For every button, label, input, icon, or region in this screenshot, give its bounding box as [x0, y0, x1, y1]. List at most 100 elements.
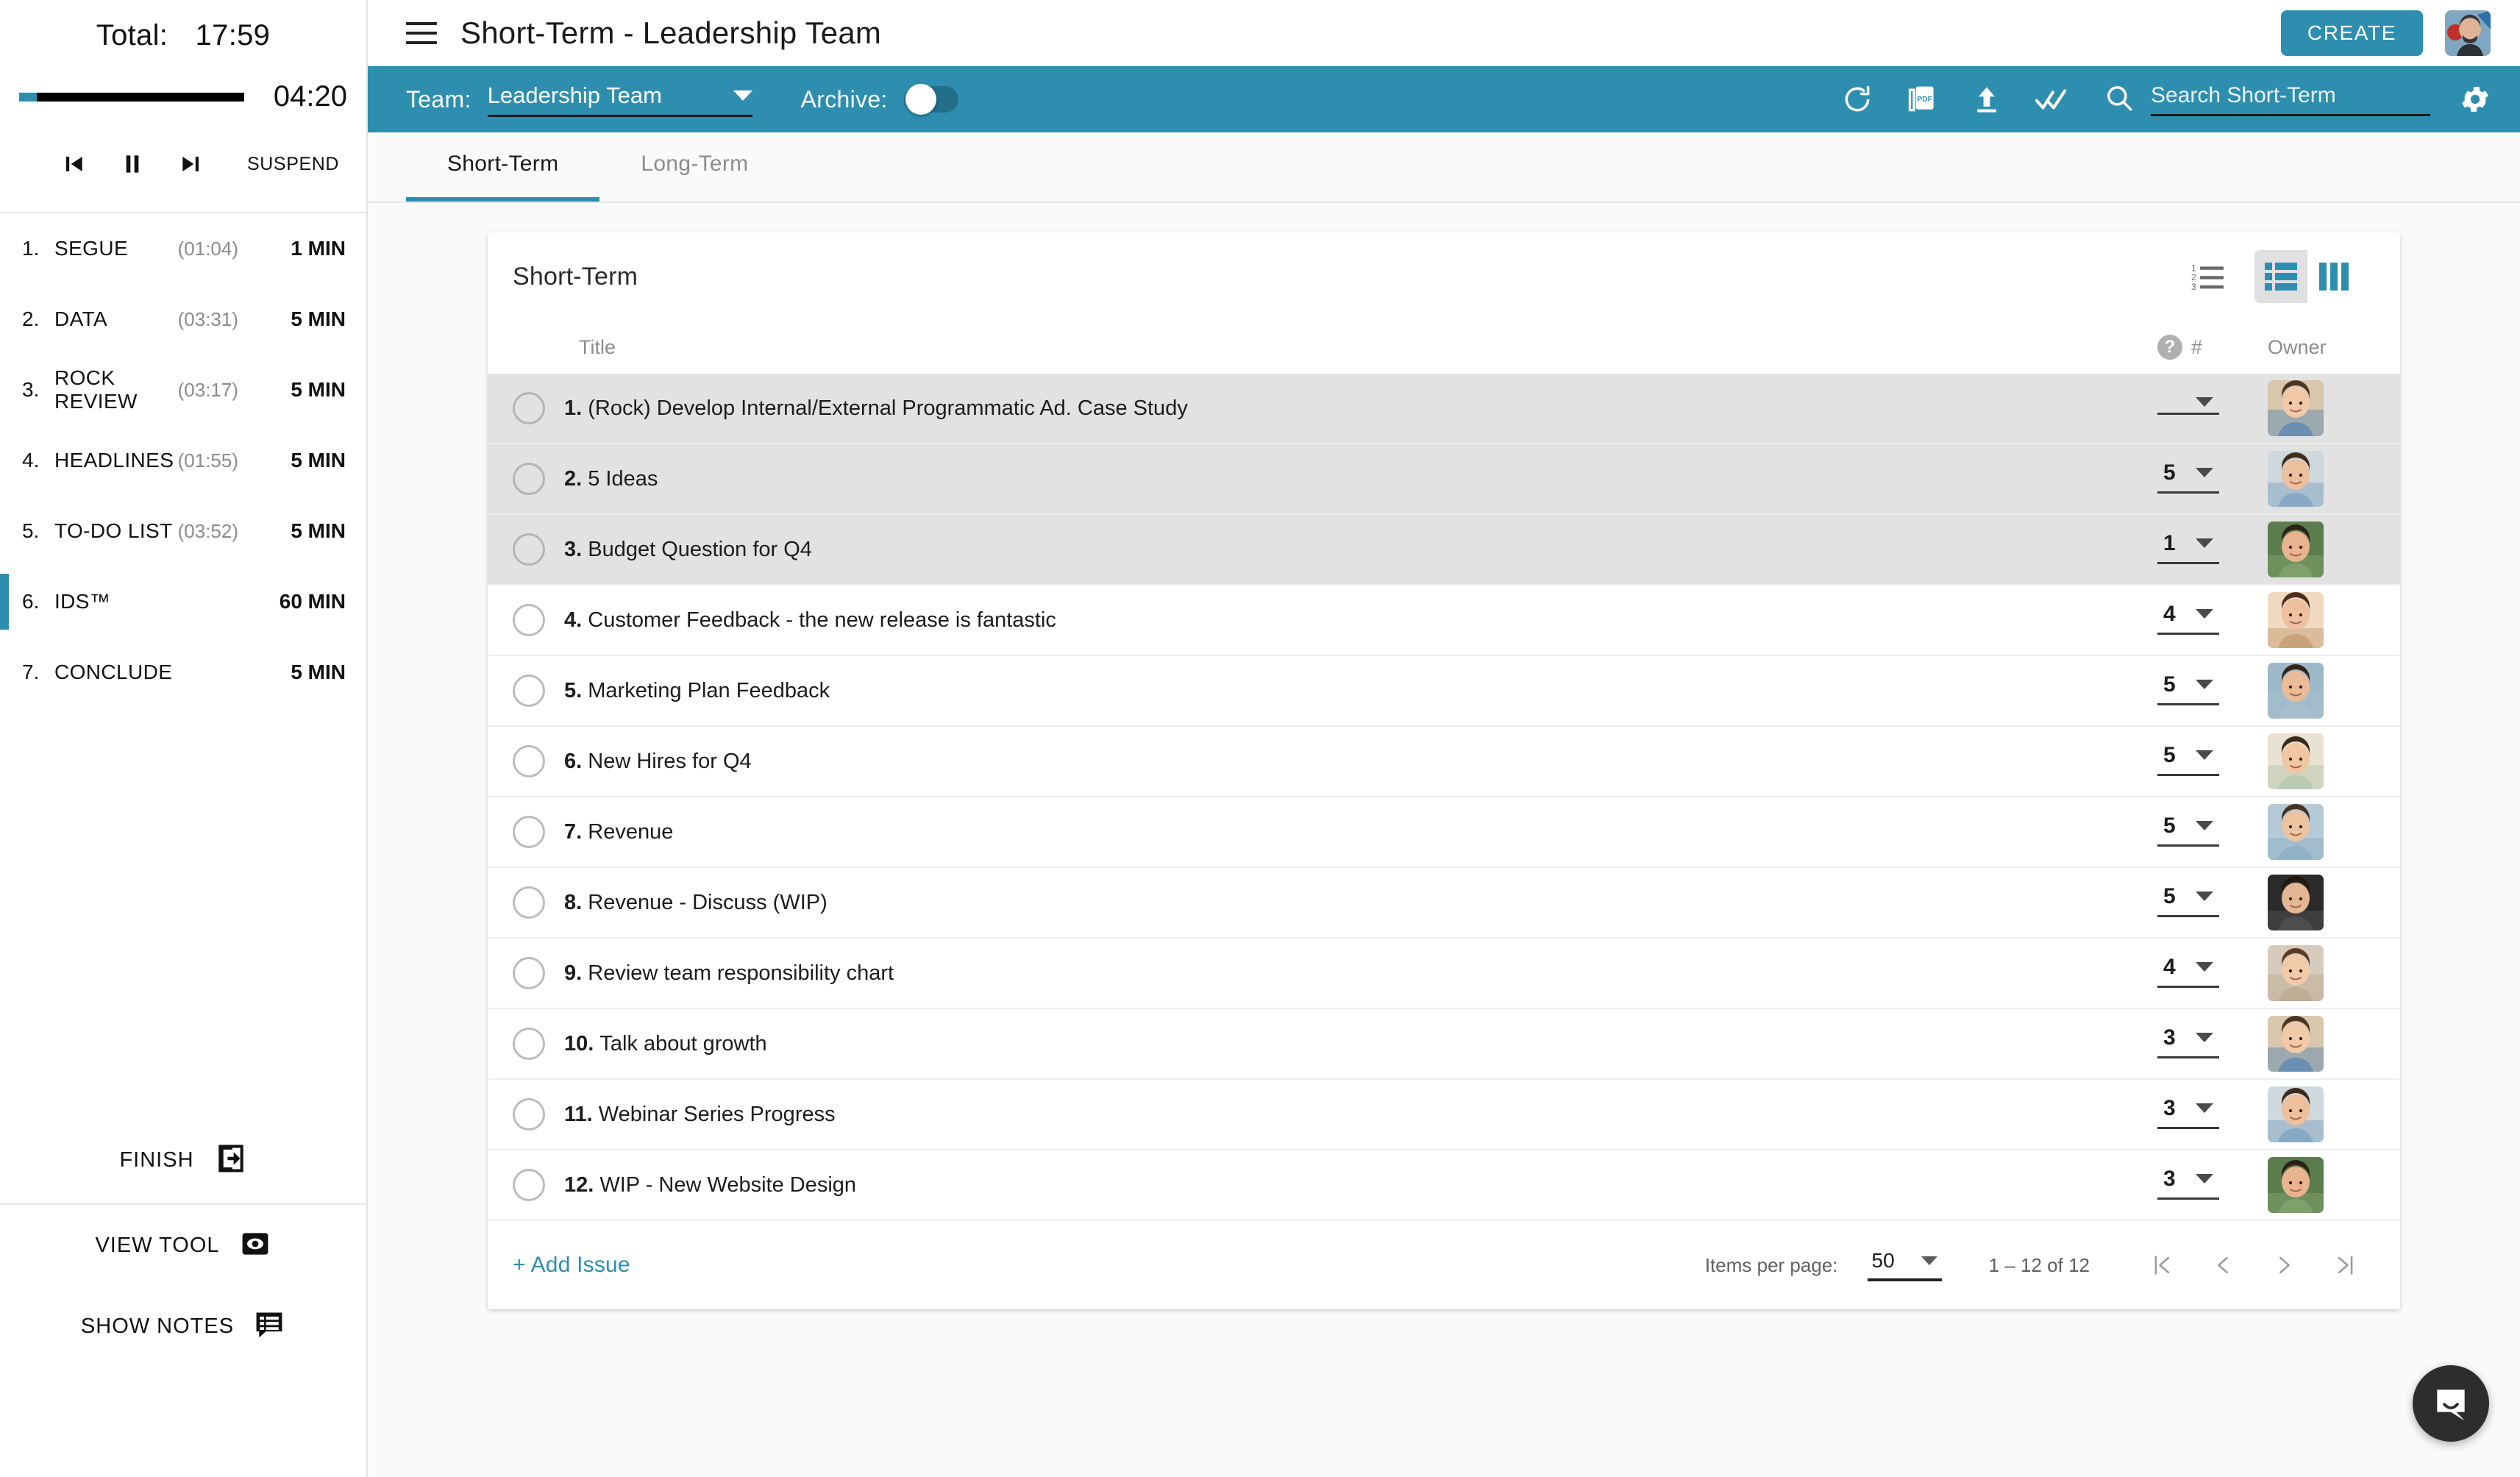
show-notes-button[interactable]: SHOW NOTES	[0, 1286, 366, 1367]
table-row[interactable]: 8. Revenue - Discuss (WIP)5	[488, 868, 2400, 939]
agenda-item-headlines[interactable]: 4.HEADLINES(01:55)5 MIN	[0, 425, 366, 496]
owner-avatar[interactable]	[2268, 875, 2324, 930]
upload-icon[interactable]	[1967, 79, 2007, 119]
search-icon[interactable]	[2104, 82, 2135, 117]
view-tabs: Short-TermLong-Term	[368, 132, 2520, 203]
issue-votes-select[interactable]: 4	[2157, 602, 2219, 635]
issue-complete-checkbox[interactable]	[513, 392, 545, 424]
previous-page-icon[interactable]	[2203, 1245, 2243, 1285]
issue-complete-checkbox[interactable]	[513, 816, 545, 848]
owner-avatar[interactable]	[2268, 592, 2324, 648]
pause-icon[interactable]	[103, 144, 162, 184]
owner-avatar[interactable]	[2268, 804, 2324, 860]
help-icon[interactable]: ?	[2157, 335, 2182, 360]
agenda-item-segue[interactable]: 1.SEGUE(01:04)1 MIN	[0, 213, 366, 284]
table-row[interactable]: 2. 5 Ideas5	[488, 444, 2400, 515]
show-notes-label: SHOW NOTES	[81, 1314, 234, 1339]
list-view-icon[interactable]	[2254, 250, 2307, 303]
owner-avatar[interactable]	[2268, 451, 2324, 507]
owner-avatar[interactable]	[2268, 522, 2324, 577]
search-input[interactable]	[2151, 83, 2430, 116]
avatar[interactable]	[2445, 10, 2491, 56]
top-bar: Short-Term - Leadership Team CREATE	[368, 0, 2520, 66]
issue-owner	[2268, 451, 2400, 507]
issue-complete-checkbox[interactable]	[513, 957, 545, 989]
issue-votes-value: 5	[2163, 814, 2176, 839]
issue-votes-select[interactable]: 5	[2157, 672, 2219, 705]
skip-previous-icon[interactable]	[44, 144, 103, 184]
settings-gear-icon[interactable]	[2455, 79, 2495, 119]
table-row[interactable]: 6. New Hires for Q45	[488, 727, 2400, 797]
issue-complete-checkbox[interactable]	[513, 463, 545, 495]
first-page-icon[interactable]	[2141, 1245, 2181, 1285]
agenda-item-to-do-list[interactable]: 5.TO-DO LIST(03:52)5 MIN	[0, 496, 366, 566]
items-per-page-select[interactable]: 50	[1868, 1249, 1942, 1281]
issue-complete-checkbox[interactable]	[513, 1028, 545, 1060]
issue-title-text: 5 Ideas	[588, 467, 658, 491]
team-select[interactable]: Leadership Team	[488, 82, 752, 117]
team-label: Team:	[406, 86, 471, 113]
progress-bar[interactable]	[19, 93, 244, 102]
issue-votes-select[interactable]	[2157, 397, 2219, 415]
next-page-icon[interactable]	[2265, 1245, 2304, 1285]
add-issue-button[interactable]: + Add Issue	[513, 1253, 630, 1278]
tab-short-term[interactable]: Short-Term	[406, 131, 599, 202]
table-row[interactable]: 9. Review team responsibility chart4	[488, 939, 2400, 1009]
issue-votes-select[interactable]: 5	[2157, 743, 2219, 776]
suspend-button[interactable]: SUSPEND	[247, 154, 339, 175]
table-row[interactable]: 1. (Rock) Develop Internal/External Prog…	[488, 374, 2400, 444]
owner-avatar[interactable]	[2268, 663, 2324, 719]
create-button[interactable]: CREATE	[2281, 10, 2423, 56]
pdf-icon[interactable]: PDF	[1902, 79, 1942, 119]
agenda-item-duration: 5 MIN	[252, 307, 346, 331]
hamburger-menu-icon[interactable]	[406, 15, 441, 51]
issue-complete-checkbox[interactable]	[513, 745, 545, 777]
agenda-item-rock-review[interactable]: 3.ROCK REVIEW(03:17)5 MIN	[0, 355, 366, 425]
issue-complete-checkbox[interactable]	[513, 604, 545, 636]
intercom-chat-icon[interactable]	[2413, 1365, 2489, 1442]
owner-avatar[interactable]	[2268, 1016, 2324, 1072]
issue-votes-select[interactable]: 3	[2157, 1025, 2219, 1058]
refresh-icon[interactable]	[1837, 79, 1877, 119]
agenda-item-number: 5.	[22, 519, 54, 543]
table-row[interactable]: 7. Revenue5	[488, 797, 2400, 868]
issue-votes-select[interactable]: 4	[2157, 955, 2219, 988]
issue-complete-checkbox[interactable]	[513, 675, 545, 707]
table-row[interactable]: 5. Marketing Plan Feedback5	[488, 656, 2400, 727]
table-row[interactable]: 11. Webinar Series Progress3	[488, 1080, 2400, 1150]
agenda-item-ids[interactable]: 6.IDS™60 MIN	[0, 566, 366, 637]
issue-votes-select[interactable]: 1	[2157, 531, 2219, 564]
table-row[interactable]: 3. Budget Question for Q41	[488, 515, 2400, 586]
archive-toggle[interactable]	[904, 86, 958, 113]
table-row[interactable]: 10. Talk about growth3	[488, 1009, 2400, 1080]
issue-votes-select[interactable]: 5	[2157, 814, 2219, 847]
issue-title-text: Revenue	[588, 820, 673, 844]
last-page-icon[interactable]	[2327, 1245, 2366, 1285]
agenda-item-conclude[interactable]: 7.CONCLUDE5 MIN	[0, 637, 366, 708]
owner-avatar[interactable]	[2268, 1086, 2324, 1142]
column-view-icon[interactable]	[2307, 250, 2360, 303]
agenda-item-data[interactable]: 2.DATA(03:31)5 MIN	[0, 284, 366, 355]
table-row[interactable]: 12. WIP - New Website Design3	[488, 1150, 2400, 1221]
owner-avatar[interactable]	[2268, 1157, 2324, 1213]
skip-next-icon[interactable]	[162, 144, 221, 184]
tab-long-term[interactable]: Long-Term	[599, 131, 789, 202]
issue-complete-checkbox[interactable]	[513, 1098, 545, 1131]
owner-avatar[interactable]	[2268, 380, 2324, 436]
issue-votes-select[interactable]: 5	[2157, 460, 2219, 494]
issue-complete-checkbox[interactable]	[513, 886, 545, 919]
numbered-list-icon[interactable]: 1 2 3	[2191, 260, 2229, 293]
column-header-hash-label: #	[2191, 336, 2202, 359]
issue-votes-select[interactable]: 3	[2157, 1167, 2219, 1200]
issue-votes-select[interactable]: 3	[2157, 1096, 2219, 1129]
agenda-item-elapsed: (01:04)	[178, 238, 238, 260]
owner-avatar[interactable]	[2268, 945, 2324, 1001]
finish-button[interactable]: FINISH	[0, 1117, 366, 1205]
issue-complete-checkbox[interactable]	[513, 1169, 545, 1201]
issue-complete-checkbox[interactable]	[513, 533, 545, 566]
double-check-icon[interactable]	[2032, 79, 2071, 119]
issue-votes-select[interactable]: 5	[2157, 884, 2219, 917]
owner-avatar[interactable]	[2268, 733, 2324, 789]
view-tool-button[interactable]: VIEW TOOL	[0, 1205, 366, 1286]
table-row[interactable]: 4. Customer Feedback - the new release i…	[488, 586, 2400, 656]
